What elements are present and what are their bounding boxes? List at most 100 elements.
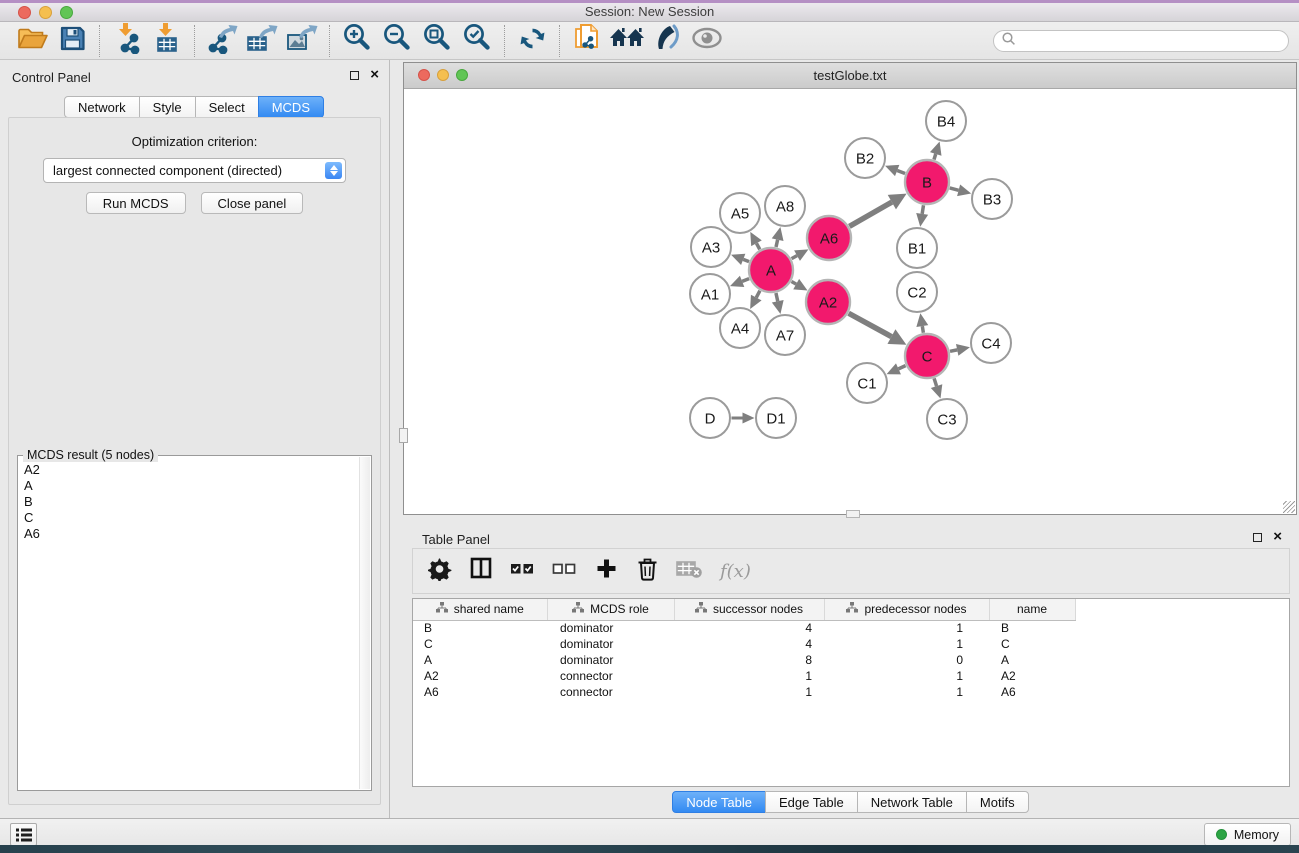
mcds-result-item[interactable]: C xyxy=(24,510,371,526)
open-home-icon xyxy=(609,24,645,57)
toggle-columns-button[interactable] xyxy=(469,556,493,586)
graph-node-B1[interactable]: B1 xyxy=(897,228,937,268)
add-column-icon xyxy=(595,557,618,585)
tab-mcds[interactable]: MCDS xyxy=(258,96,324,118)
style-preview-button[interactable] xyxy=(647,24,687,58)
graph-node-B2[interactable]: B2 xyxy=(845,138,885,178)
export-network-button[interactable] xyxy=(202,24,242,58)
row-filler xyxy=(1075,684,1289,700)
graph-node-C2[interactable]: C2 xyxy=(897,272,937,312)
deselect-all-rows-button[interactable] xyxy=(552,556,577,586)
tab-network-table[interactable]: Network Table xyxy=(857,791,967,813)
table-row[interactable]: Adominator80A xyxy=(413,652,1289,668)
graph-node-A2[interactable]: A2 xyxy=(806,280,850,324)
table-cell: 1 xyxy=(824,620,989,636)
column-header-shared-name[interactable]: shared name xyxy=(413,599,547,620)
show-hide-graphics-button[interactable] xyxy=(687,24,727,58)
graph-node-C4[interactable]: C4 xyxy=(971,323,1011,363)
zoom-selected-button[interactable] xyxy=(457,24,497,58)
result-scrollbar[interactable] xyxy=(359,457,370,789)
tab-style[interactable]: Style xyxy=(139,96,196,118)
network-close-button[interactable] xyxy=(418,69,430,81)
table-row[interactable]: Cdominator41C xyxy=(413,636,1289,652)
mcds-result-item[interactable]: A xyxy=(24,478,371,494)
horizontal-splitter-handle[interactable] xyxy=(846,510,860,518)
column-header-successor-nodes[interactable]: successor nodes xyxy=(674,599,824,620)
graph-node-D[interactable]: D xyxy=(690,398,730,438)
table-cell: A2 xyxy=(989,668,1075,684)
zoom-out-button[interactable] xyxy=(377,24,417,58)
tab-network[interactable]: Network xyxy=(64,96,140,118)
graph-node-A1[interactable]: A1 xyxy=(690,274,730,314)
mcds-result-item[interactable]: A6 xyxy=(24,526,371,542)
vertical-splitter-handle[interactable] xyxy=(399,428,408,443)
graph-node-B4[interactable]: B4 xyxy=(926,101,966,141)
column-header-predecessor-nodes[interactable]: predecessor nodes xyxy=(824,599,989,620)
run-mcds-button[interactable]: Run MCDS xyxy=(86,192,186,214)
graph-node-A4[interactable]: A4 xyxy=(720,308,760,348)
select-all-rows-button[interactable] xyxy=(510,556,535,586)
float-table-panel-button[interactable] xyxy=(1253,533,1262,542)
open-session-button[interactable] xyxy=(12,24,52,58)
float-panel-button[interactable] xyxy=(350,71,359,80)
network-from-selection-button[interactable] xyxy=(567,24,607,58)
close-panel-button[interactable]: Close panel xyxy=(201,192,304,214)
graph-node-C3[interactable]: C3 xyxy=(927,399,967,439)
window-resize-grip[interactable] xyxy=(1283,501,1295,513)
graph-node-D1[interactable]: D1 xyxy=(756,398,796,438)
close-window-button[interactable] xyxy=(18,6,31,19)
tab-select[interactable]: Select xyxy=(195,96,259,118)
graph-node-B[interactable]: B xyxy=(905,160,949,204)
mcds-result-item[interactable]: A2 xyxy=(24,462,371,478)
refresh-layout-button[interactable] xyxy=(512,24,552,58)
table-row[interactable]: Bdominator41B xyxy=(413,620,1289,636)
export-image-button[interactable] xyxy=(282,24,322,58)
export-table-button[interactable] xyxy=(242,24,282,58)
save-session-button[interactable] xyxy=(52,24,92,58)
network-maximize-button[interactable] xyxy=(456,69,468,81)
graph-node-B3[interactable]: B3 xyxy=(972,179,1012,219)
search-input[interactable] xyxy=(1016,32,1288,50)
zoom-in-button[interactable] xyxy=(337,24,377,58)
graph-edge-A-A4 xyxy=(756,291,760,298)
column-header-mcds-role[interactable]: MCDS role xyxy=(547,599,674,620)
network-minimize-button[interactable] xyxy=(437,69,449,81)
search-box[interactable] xyxy=(993,30,1289,52)
toggle-columns-icon xyxy=(470,557,493,585)
close-panel-icon[interactable]: × xyxy=(370,70,379,80)
zoom-fit-button[interactable] xyxy=(417,24,457,58)
tab-motifs[interactable]: Motifs xyxy=(966,791,1029,813)
column-header-name[interactable]: name xyxy=(989,599,1075,620)
maximize-window-button[interactable] xyxy=(60,6,73,19)
graph-node-A3[interactable]: A3 xyxy=(691,227,731,267)
task-history-button[interactable] xyxy=(10,823,37,846)
import-network-button[interactable] xyxy=(107,24,147,58)
tab-node-table[interactable]: Node Table xyxy=(672,791,766,813)
graph-node-A5[interactable]: A5 xyxy=(720,193,760,233)
toolbar-separator xyxy=(194,25,195,57)
graph-edge-B-B1 xyxy=(922,205,923,214)
edge-arrowhead xyxy=(931,384,942,398)
table-row[interactable]: A2connector11A2 xyxy=(413,668,1289,684)
close-table-panel-icon[interactable]: × xyxy=(1273,532,1282,542)
row-filler xyxy=(1075,636,1289,652)
graph-node-A[interactable]: A xyxy=(749,248,793,292)
graph-node-A7[interactable]: A7 xyxy=(765,315,805,355)
delete-column-button[interactable] xyxy=(635,556,659,586)
node-label: D xyxy=(705,410,716,427)
tab-edge-table[interactable]: Edge Table xyxy=(765,791,858,813)
table-row[interactable]: A6connector11A6 xyxy=(413,684,1289,700)
minimize-window-button[interactable] xyxy=(39,6,52,19)
add-column-button[interactable] xyxy=(594,556,618,586)
memory-button[interactable]: Memory xyxy=(1204,823,1291,846)
network-canvas[interactable]: B4 B2 B B3 A5A8A6 A3 B1 A C2 A1 A2 A4A7 C C4 C1 C3 D D1 xyxy=(404,89,1296,514)
graph-node-A6[interactable]: A6 xyxy=(807,216,851,260)
criterion-select[interactable]: largest connected component (directed) xyxy=(43,158,346,183)
import-table-button[interactable] xyxy=(147,24,187,58)
graph-node-A8[interactable]: A8 xyxy=(765,186,805,226)
open-home-button[interactable] xyxy=(607,24,647,58)
graph-node-C[interactable]: C xyxy=(905,334,949,378)
graph-node-C1[interactable]: C1 xyxy=(847,363,887,403)
table-settings-button[interactable] xyxy=(428,556,452,586)
mcds-result-item[interactable]: B xyxy=(24,494,371,510)
